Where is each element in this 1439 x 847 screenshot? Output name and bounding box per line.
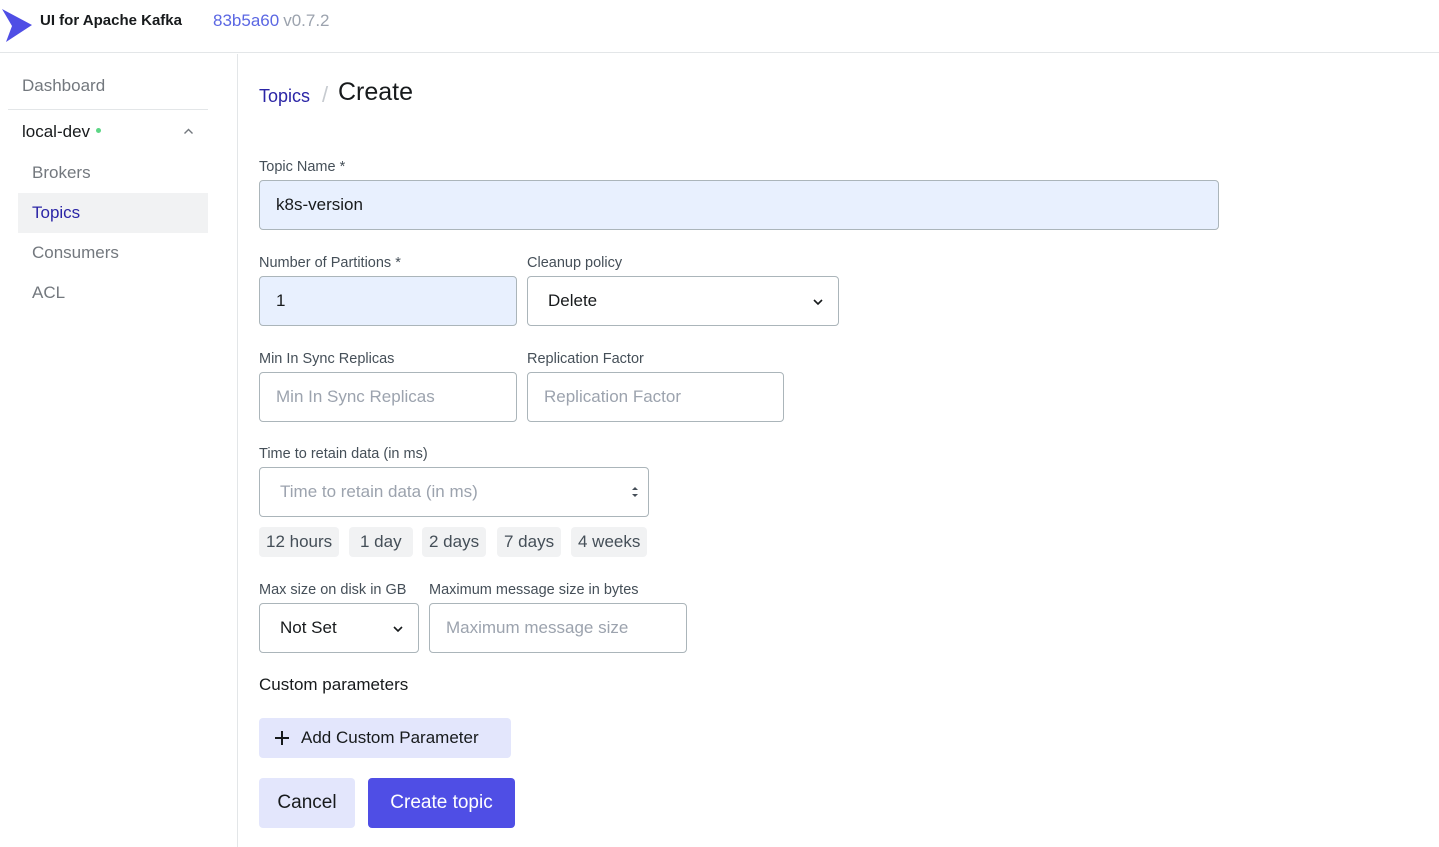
create-topic-button[interactable]: Create topic: [368, 778, 515, 828]
max-message-input[interactable]: Maximum message size: [429, 603, 687, 653]
sidebar-item-consumers[interactable]: Consumers: [18, 233, 208, 273]
sidebar-item-acl[interactable]: ACL: [18, 273, 208, 313]
partitions-input[interactable]: 1: [259, 276, 517, 326]
sidebar: Dashboard local-dev Brokers Topics Consu…: [0, 54, 238, 847]
top-bar: UI for Apache Kafka 83b5a60 v0.7.2: [0, 0, 1439, 53]
breadcrumb-separator: /: [322, 82, 329, 107]
sidebar-item-dashboard[interactable]: Dashboard: [8, 68, 208, 110]
sidebar-item-topics[interactable]: Topics: [18, 193, 208, 233]
cluster-online-indicator: [96, 128, 102, 134]
partitions-label: Number of Partitions *: [259, 255, 401, 271]
chevron-up-icon: [184, 128, 193, 134]
max-disk-label: Max size on disk in GB: [259, 582, 407, 598]
retention-label: Time to retain data (in ms): [259, 446, 428, 462]
plus-icon: [275, 731, 289, 745]
breadcrumb-topics-link[interactable]: Topics: [259, 86, 310, 107]
page-title: Create: [338, 78, 414, 106]
sidebar-item-brokers[interactable]: Brokers: [18, 153, 208, 193]
kafka-logo-icon[interactable]: [2, 4, 32, 42]
version-hash-link[interactable]: 83b5a60: [213, 11, 279, 30]
cleanup-policy-value: Delete: [548, 291, 598, 310]
number-spinner-icon[interactable]: [630, 484, 640, 500]
chevron-down-icon: [393, 626, 403, 633]
retention-preset-4-weeks[interactable]: 4 weeks: [571, 527, 648, 557]
retention-preset-12-hours[interactable]: 12 hours: [259, 527, 340, 557]
retention-preset-1-day[interactable]: 1 day: [349, 527, 413, 557]
max-message-label: Maximum message size in bytes: [429, 582, 639, 598]
topic-name-label: Topic Name *: [259, 159, 346, 175]
replication-factor-input[interactable]: Replication Factor: [527, 372, 784, 422]
max-disk-value: Not Set: [280, 618, 337, 637]
sidebar-cluster-toggle[interactable]: local-dev: [8, 114, 208, 150]
custom-parameters-title: Custom parameters: [259, 675, 409, 694]
version-tag: v0.7.2: [283, 11, 330, 30]
chevron-down-icon: [813, 299, 823, 306]
min-insync-label: Min In Sync Replicas: [259, 351, 395, 367]
add-custom-parameter-button[interactable]: Add Custom Parameter: [259, 718, 511, 758]
min-insync-input[interactable]: Min In Sync Replicas: [259, 372, 517, 422]
max-disk-select[interactable]: Not Set: [259, 603, 419, 653]
app-title[interactable]: UI for Apache Kafka: [40, 12, 182, 29]
version-info: 83b5a60 v0.7.2: [213, 11, 330, 31]
replication-factor-label: Replication Factor: [527, 351, 644, 367]
cancel-button[interactable]: Cancel: [259, 778, 355, 828]
topic-name-input[interactable]: k8s-version: [259, 180, 1219, 230]
retention-input[interactable]: Time to retain data (in ms): [259, 467, 649, 517]
cleanup-policy-select[interactable]: Delete: [527, 276, 839, 326]
retention-preset-2-days[interactable]: 2 days: [422, 527, 487, 557]
cleanup-policy-label: Cleanup policy: [527, 255, 623, 271]
retention-placeholder: Time to retain data (in ms): [280, 482, 478, 501]
add-custom-parameter-label: Add Custom Parameter: [301, 728, 479, 747]
cluster-name: local-dev: [22, 122, 91, 141]
retention-preset-7-days[interactable]: 7 days: [497, 527, 562, 557]
